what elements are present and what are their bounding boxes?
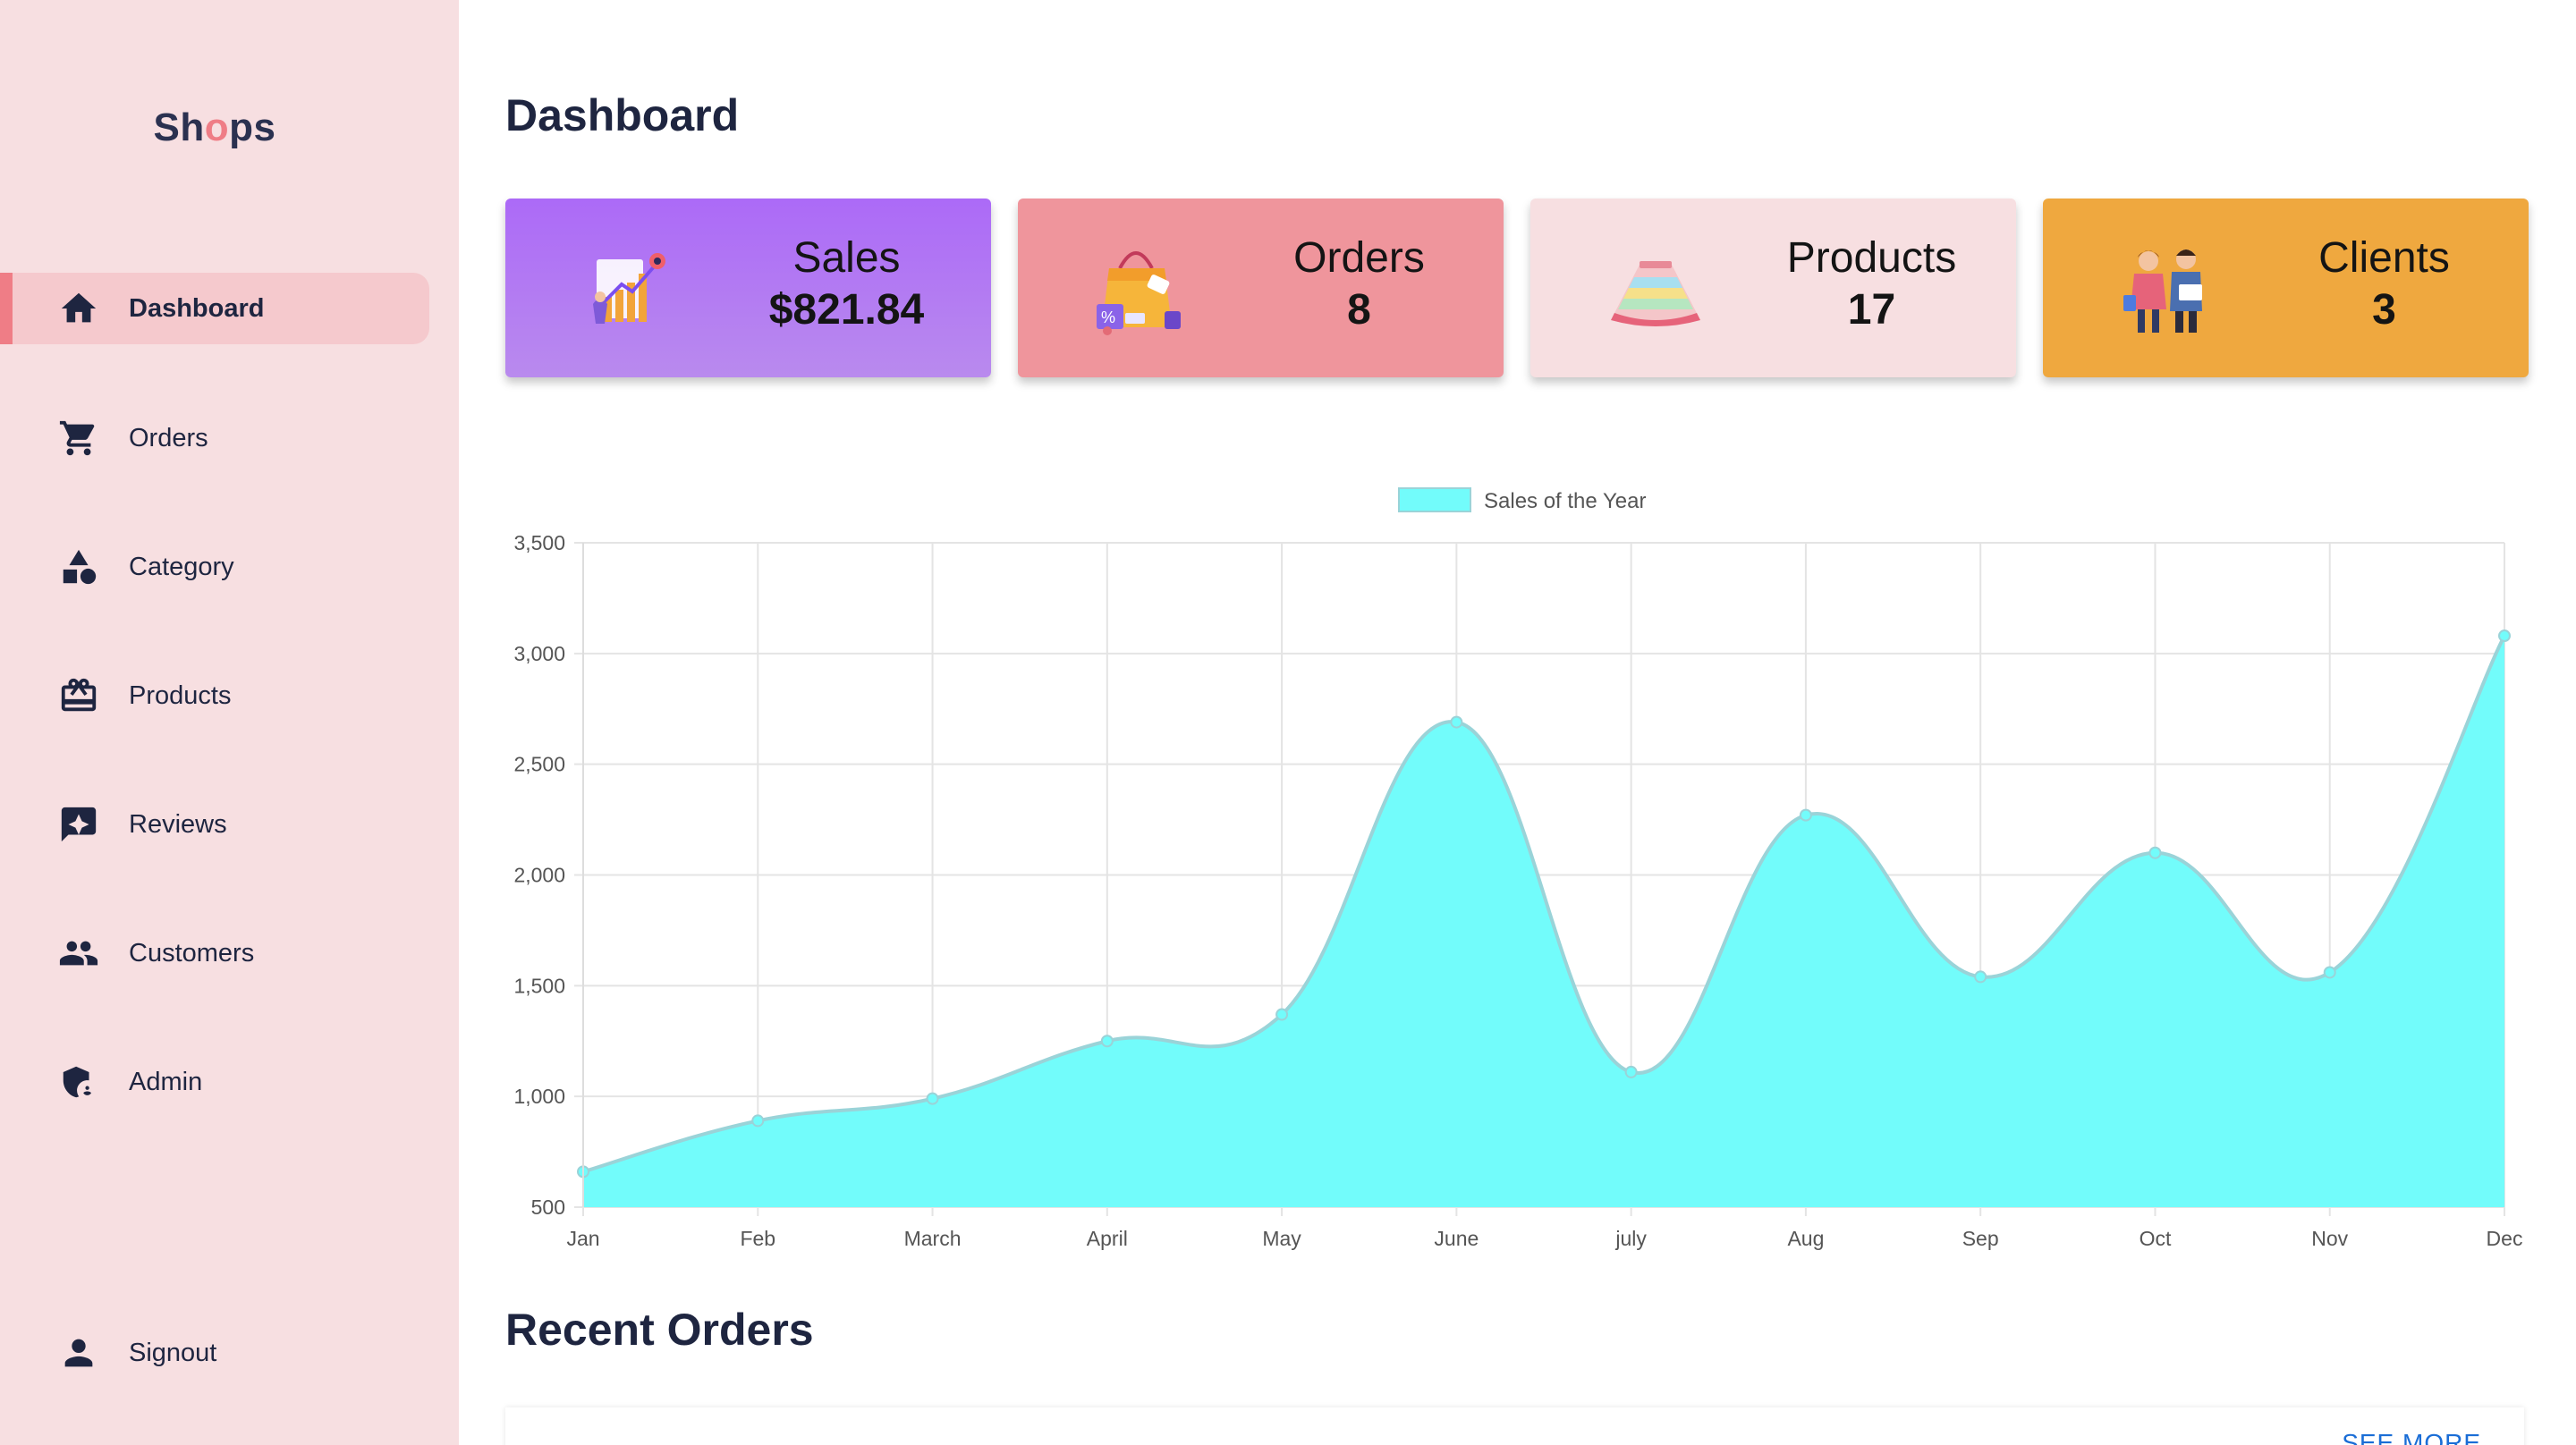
sidebar-item-label: Dashboard [129, 293, 265, 323]
data-point [1624, 1065, 1638, 1078]
x-tick-label: Feb [740, 1227, 775, 1250]
x-tick-label: Oct [2140, 1227, 2172, 1250]
y-tick-label: 2,000 [513, 864, 565, 887]
card-title: Products [1786, 234, 1957, 282]
sidebar-item-label: Products [129, 680, 232, 710]
data-point [2498, 630, 2511, 643]
x-tick-label: Jan [566, 1227, 599, 1250]
y-tick-label: 3,000 [513, 642, 565, 665]
y-tick-label: 1,000 [513, 1085, 565, 1108]
x-tick-label: June [1434, 1227, 1479, 1250]
clients-card[interactable]: Clients 3 [2043, 199, 2529, 377]
y-tick-label: 1,500 [513, 974, 565, 997]
sidebar-item-dashboard[interactable]: Dashboard [0, 273, 429, 344]
signout-button[interactable]: Signout [0, 1317, 429, 1389]
shop-logo[interactable]: Shops [0, 106, 429, 150]
card-value: 17 [1847, 286, 1896, 334]
data-point [1275, 1008, 1289, 1021]
sidebar-item-label: Reviews [129, 809, 227, 839]
card-value: 3 [2372, 286, 2396, 334]
legend-label: Sales of the Year [1484, 489, 1646, 513]
sidebar-item-label: Admin [129, 1067, 203, 1096]
customers-icon [57, 932, 100, 975]
recent-orders-panel: SEE MORE [505, 1407, 2524, 1445]
sidebar-item-label: Orders [129, 423, 208, 452]
y-tick-label: 2,500 [513, 753, 565, 776]
data-point [926, 1092, 939, 1105]
data-point [1799, 808, 1812, 822]
category-icon [57, 545, 100, 588]
sidebar-item-reviews[interactable]: Reviews [0, 789, 429, 860]
page-title: Dashboard [505, 90, 740, 140]
data-point [2323, 966, 2336, 979]
sidebar-item-admin[interactable]: Admin [0, 1046, 429, 1118]
sales-area-chart: 500 1,000 1,500 2,000 2,500 3,000 3,500 Jan Feb M… [513, 487, 2523, 1250]
sidebar-item-category[interactable]: Category [0, 531, 429, 603]
y-tick-label: 500 [531, 1196, 565, 1219]
x-tick-label: july [1614, 1227, 1647, 1250]
person-icon [57, 1331, 100, 1374]
sales-chart: 500 1,000 1,500 2,000 2,500 3,000 3,500 Jan Feb M… [501, 474, 2549, 1261]
x-tick-label: Sep [1962, 1227, 1999, 1250]
card-value: 8 [1347, 286, 1371, 334]
sidebar-item-orders[interactable]: Orders [0, 402, 429, 474]
shopping-bag-illustration: % [1089, 241, 1197, 340]
reviews-icon [57, 803, 100, 846]
skirt-illustration [1602, 241, 1709, 340]
sidebar-item-products[interactable]: Products [0, 660, 429, 731]
admin-shield-icon [57, 1061, 100, 1103]
products-icon [57, 674, 100, 717]
sidebar-item-customers[interactable]: Customers [0, 917, 429, 989]
x-tick-label: Dec [2487, 1227, 2523, 1250]
recent-orders-title: Recent Orders [505, 1305, 814, 1355]
x-tick-label: Aug [1787, 1227, 1824, 1250]
sidebar-item-label: Category [129, 552, 234, 581]
y-tick-label: 3,500 [513, 531, 565, 554]
card-title: Clients [2318, 234, 2450, 282]
x-tick-label: Nov [2311, 1227, 2348, 1250]
sales-rocket-illustration [577, 241, 684, 340]
legend-swatch [1398, 487, 1471, 512]
card-title: Orders [1293, 234, 1425, 282]
orders-card[interactable]: % Orders 8 [1018, 199, 1504, 377]
home-icon [57, 287, 100, 330]
sidebar-item-label: Customers [129, 938, 255, 968]
data-point [1100, 1035, 1114, 1048]
data-point [1974, 970, 1987, 984]
data-point [751, 1114, 765, 1128]
sidebar: Shops Dashboard Orders Category Products… [0, 0, 459, 1445]
data-point [1450, 715, 1463, 729]
products-card[interactable]: Products 17 [1530, 199, 2016, 377]
x-tick-label: May [1262, 1227, 1301, 1250]
x-tick-label: March [904, 1227, 962, 1250]
card-title: Sales [792, 234, 901, 282]
clients-illustration [2114, 241, 2222, 340]
sales-area-fill [583, 636, 2504, 1207]
x-tick-label: April [1087, 1227, 1128, 1250]
sales-card[interactable]: Sales $821.84 [505, 199, 991, 377]
see-more-link[interactable]: SEE MORE [2342, 1429, 2481, 1445]
cart-icon [57, 417, 100, 460]
svg-text:%: % [1101, 308, 1115, 326]
signout-label: Signout [129, 1338, 217, 1367]
card-value: $821.84 [768, 286, 925, 334]
data-point [2148, 846, 2162, 859]
